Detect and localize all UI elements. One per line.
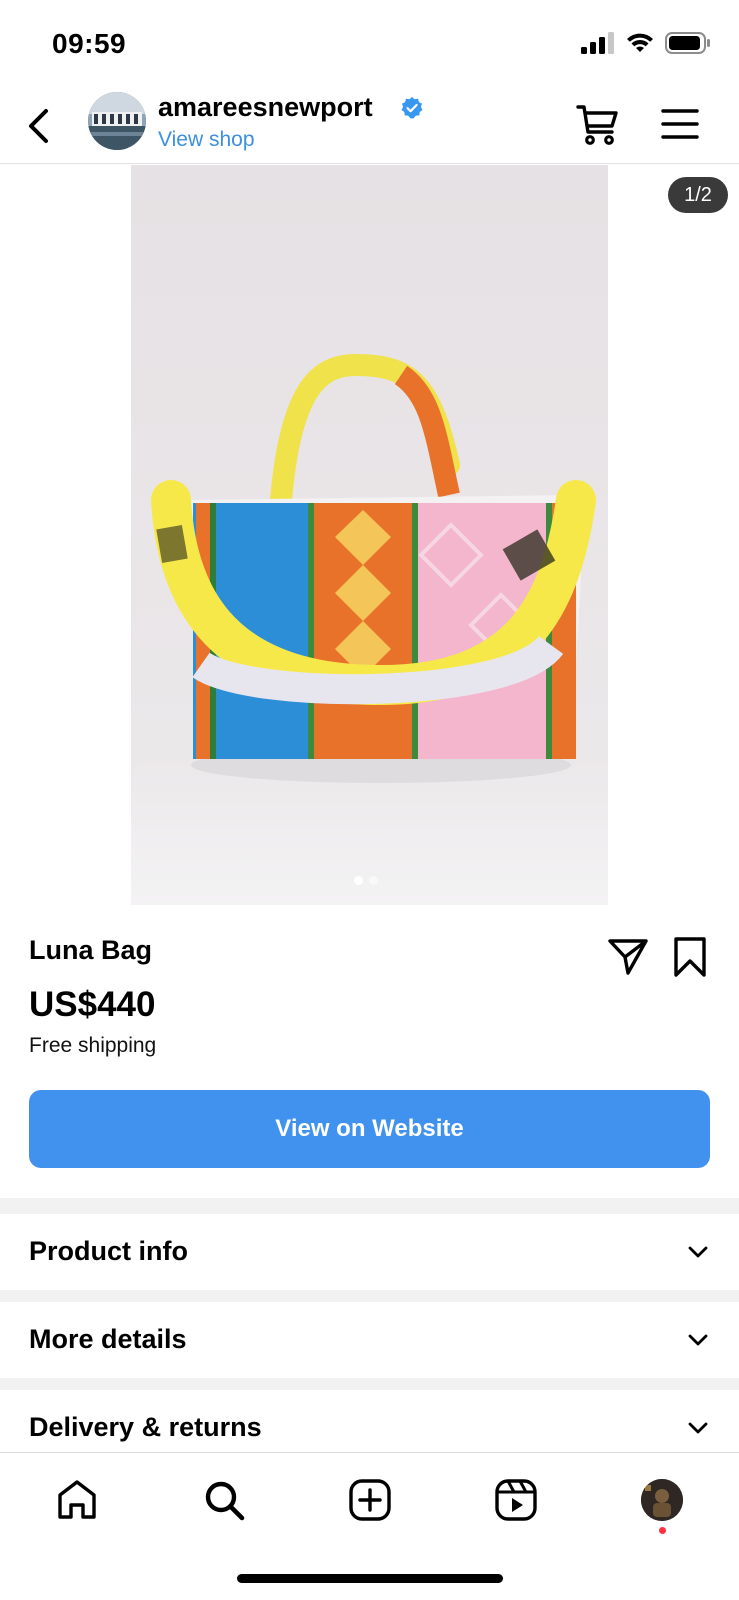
notification-dot <box>659 1527 666 1534</box>
view-on-website-button[interactable]: View on Website <box>29 1090 710 1168</box>
shop-header: amareesnewport View shop <box>0 88 739 164</box>
profile-avatar <box>641 1479 683 1521</box>
chevron-down-icon <box>688 1246 708 1258</box>
chevron-down-icon <box>688 1422 708 1434</box>
hamburger-menu-icon <box>661 109 699 139</box>
nav-reels[interactable] <box>491 1475 541 1525</box>
section-label: Delivery & returns <box>29 1412 262 1442</box>
section-divider <box>0 1198 739 1214</box>
bookmark-icon <box>674 937 706 977</box>
cellular-signal-icon <box>581 32 614 54</box>
product-info-section[interactable]: Product info <box>0 1214 739 1290</box>
image-counter: 1/2 <box>668 177 728 213</box>
product-image[interactable] <box>131 165 608 905</box>
create-icon <box>349 1479 391 1521</box>
shipping-info: Free shipping <box>29 1034 157 1057</box>
status-bar: 09:59 <box>0 0 739 88</box>
battery-icon <box>665 32 710 54</box>
carousel-dot-1[interactable] <box>354 876 363 885</box>
paper-plane-icon <box>608 939 648 975</box>
more-details-section[interactable]: More details <box>0 1302 739 1378</box>
save-button[interactable] <box>668 935 712 979</box>
nav-home[interactable] <box>52 1475 102 1525</box>
cart-icon <box>576 105 618 145</box>
back-button[interactable] <box>18 104 58 148</box>
shop-avatar[interactable] <box>88 92 146 150</box>
carousel-dot-2[interactable] <box>369 876 378 885</box>
section-divider <box>0 1290 739 1302</box>
nav-search[interactable] <box>199 1475 249 1525</box>
section-divider <box>0 1378 739 1390</box>
carousel-dots <box>354 876 378 885</box>
search-icon <box>205 1481 245 1521</box>
verified-badge-icon <box>401 97 423 119</box>
status-time: 09:59 <box>52 28 127 59</box>
product-price: US$440 <box>29 985 156 1024</box>
shop-avatar-image <box>88 92 146 150</box>
nav-profile[interactable] <box>637 1475 687 1525</box>
chevron-left-icon <box>29 109 48 143</box>
home-icon <box>58 1480 96 1519</box>
reels-icon <box>495 1479 537 1521</box>
share-button[interactable] <box>606 935 650 979</box>
cart-button[interactable] <box>574 100 622 148</box>
account-name[interactable]: amareesnewport <box>158 92 373 123</box>
view-shop-link[interactable]: View shop <box>158 128 255 152</box>
wifi-icon <box>627 33 653 52</box>
section-label: Product info <box>29 1236 188 1266</box>
profile-avatar-image <box>641 1479 683 1521</box>
section-label: More details <box>29 1324 187 1354</box>
nav-create[interactable] <box>345 1475 395 1525</box>
home-indicator <box>237 1574 503 1583</box>
chevron-down-icon <box>688 1334 708 1346</box>
bag-illustration <box>131 165 608 905</box>
status-icons <box>581 32 711 54</box>
menu-button[interactable] <box>660 104 700 144</box>
product-title: Luna Bag <box>29 935 153 965</box>
